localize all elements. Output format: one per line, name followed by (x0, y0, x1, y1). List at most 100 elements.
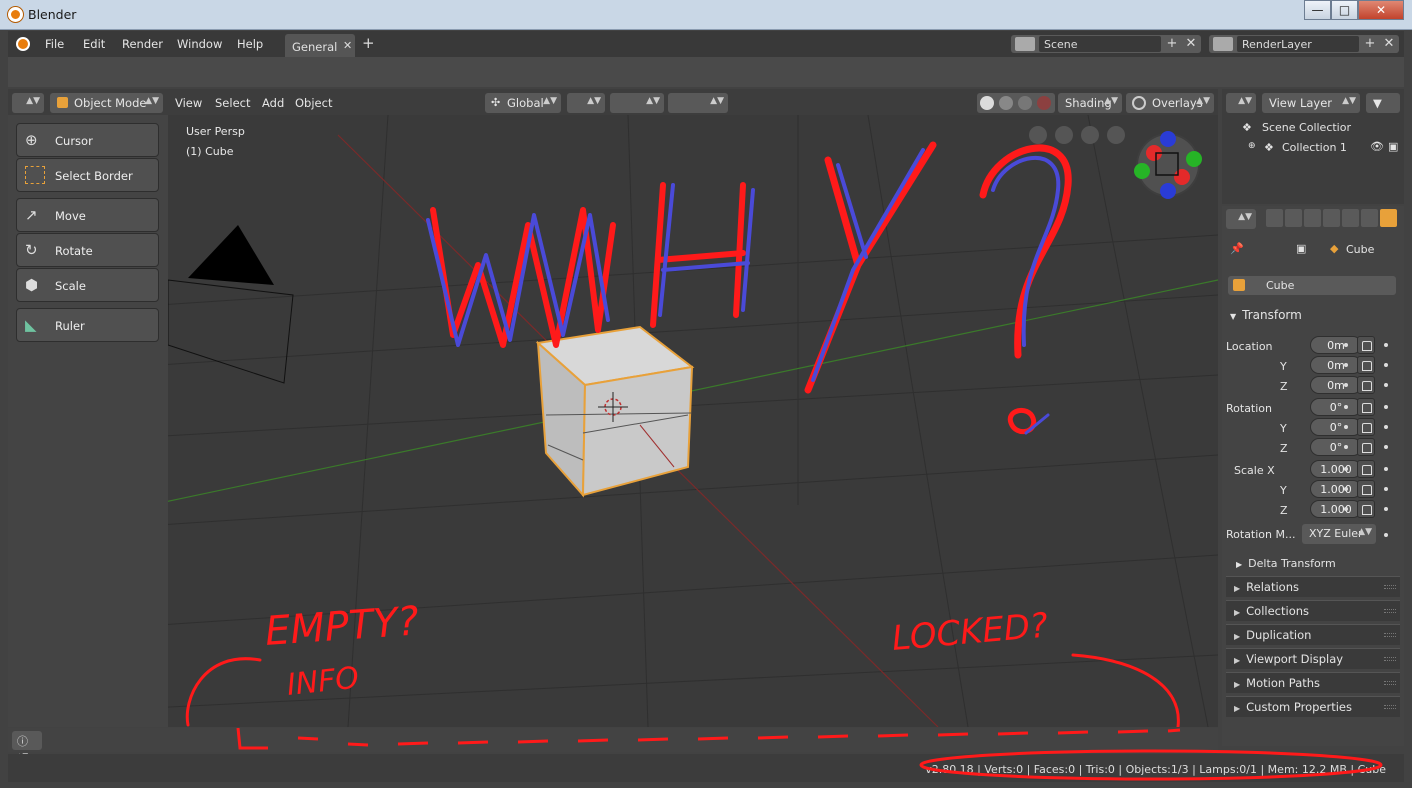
tool-ruler[interactable]: ◣ Ruler (16, 308, 159, 342)
orientation-dropdown[interactable]: ✣ Global ▲▼ (485, 93, 561, 113)
rendered-shading-icon[interactable] (1037, 96, 1051, 110)
transform-panel-header[interactable]: ▼ Transform (1230, 308, 1302, 322)
keyframe-dot[interactable] (1384, 467, 1388, 471)
solid-shading-icon[interactable] (980, 96, 994, 110)
lock-location-y-icon[interactable] (1357, 356, 1375, 374)
menu-edit[interactable]: Edit (83, 37, 105, 51)
menu-window[interactable]: Window (177, 37, 222, 51)
lock-rotation-y-icon[interactable] (1357, 418, 1375, 436)
snap-toggle[interactable]: ▲▼ (610, 93, 664, 113)
keyframe-dot[interactable] (1384, 405, 1388, 409)
pin-icon[interactable]: 📌 (1230, 242, 1244, 255)
keyframe-dot[interactable] (1384, 487, 1388, 491)
lock-rotation-x-icon[interactable] (1357, 398, 1375, 416)
scale-z-field[interactable]: 1.000 (1310, 500, 1362, 518)
minimize-button[interactable]: — (1304, 0, 1331, 20)
tool-move[interactable]: ↗ Move (16, 198, 159, 232)
rotation-x-field[interactable]: 0° (1310, 398, 1362, 416)
keyframe-dot[interactable] (1384, 507, 1388, 511)
camera-restrict-icon[interactable]: ▣ (1388, 140, 1398, 153)
material-shading-icon[interactable] (1018, 96, 1032, 110)
location-y-field[interactable]: 0m (1310, 356, 1362, 374)
keyframe-dot[interactable] (1384, 445, 1388, 449)
expand-icon[interactable]: ⊕ (1248, 141, 1256, 151)
tool-cursor[interactable]: ⊕ Cursor (16, 123, 159, 157)
menu-render[interactable]: Render (122, 37, 163, 51)
keyframe-dot[interactable] (1384, 343, 1388, 347)
scene-remove-button[interactable]: ✕ (1182, 36, 1200, 52)
rotation-z-field[interactable]: 0° (1310, 438, 1362, 456)
panel-viewport-display[interactable]: ▶ Viewport Display (1226, 648, 1400, 669)
lock-scale-y-icon[interactable] (1357, 480, 1375, 498)
object-name-field[interactable]: Cube (1228, 276, 1396, 295)
eye-icon[interactable]: 👁 (1370, 140, 1384, 153)
keyframe-dot[interactable] (1344, 507, 1348, 511)
header-menu-select[interactable]: Select (215, 96, 250, 110)
lock-scale-x-icon[interactable] (1357, 460, 1375, 478)
location-x-field[interactable]: 0m (1310, 336, 1362, 354)
panel-relations[interactable]: ▶ Relations (1226, 576, 1400, 597)
blender-menu-icon[interactable] (16, 37, 30, 51)
maximize-button[interactable]: □ (1331, 0, 1358, 20)
pivot-dropdown[interactable]: ▲▼ (567, 93, 605, 113)
tab-general[interactable]: General ✕ (285, 34, 355, 57)
close-button[interactable]: ✕ (1358, 0, 1404, 20)
keyframe-dot[interactable] (1344, 363, 1348, 367)
keyframe-dot[interactable] (1344, 383, 1348, 387)
menu-help[interactable]: Help (237, 37, 263, 51)
keyframe-dot[interactable] (1344, 425, 1348, 429)
tab-scene-icon[interactable] (1342, 209, 1359, 227)
tab-close-icon[interactable]: ✕ (343, 39, 352, 52)
keyframe-dot[interactable] (1344, 445, 1348, 449)
header-menu-view[interactable]: View (175, 96, 202, 110)
panel-custom-properties[interactable]: ▶ Custom Properties (1226, 696, 1400, 717)
panel-motion-paths[interactable]: ▶ Motion Paths (1226, 672, 1400, 693)
add-workspace-icon[interactable]: + (362, 34, 375, 52)
scale-x-field[interactable]: 1.000 (1310, 460, 1362, 478)
panel-duplication[interactable]: ▶ Duplication (1226, 624, 1400, 645)
overlays-dropdown[interactable]: Overlays ▲▼ (1126, 93, 1214, 113)
tab-output-icon[interactable] (1304, 209, 1321, 227)
keyframe-dot[interactable] (1384, 425, 1388, 429)
mode-dropdown[interactable]: Object Mode ▲▼ (50, 93, 163, 113)
keyframe-dot[interactable] (1344, 343, 1348, 347)
renderlayer-selector[interactable]: RenderLayer + ✕ (1209, 35, 1399, 53)
proportional-editing[interactable]: ▲▼ (668, 93, 728, 113)
keyframe-dot[interactable] (1344, 487, 1348, 491)
outliner-filter-button[interactable]: ▼ (1366, 93, 1400, 113)
tab-tool-icon[interactable] (1266, 209, 1283, 227)
3d-viewport[interactable]: EMPTY? INFO LOCKED? User Persp (1) Cube (8, 115, 1218, 727)
lock-location-z-icon[interactable] (1357, 376, 1375, 394)
renderlayer-remove-button[interactable]: ✕ (1380, 36, 1398, 52)
tool-rotate[interactable]: ↻ Rotate (16, 233, 159, 267)
keyframe-dot[interactable] (1344, 405, 1348, 409)
delta-transform-panel[interactable]: ▶ Delta Transform (1236, 557, 1336, 570)
scene-add-button[interactable]: + (1163, 36, 1181, 52)
location-z-field[interactable]: 0m (1310, 376, 1362, 394)
lock-location-x-icon[interactable] (1357, 336, 1375, 354)
renderlayer-name-field[interactable]: RenderLayer (1237, 36, 1359, 52)
editor-type-dropdown[interactable]: ▲▼ (12, 93, 44, 113)
rotation-y-field[interactable]: 0° (1310, 418, 1362, 436)
tool-select-border[interactable]: Select Border (16, 158, 159, 192)
lock-rotation-z-icon[interactable] (1357, 438, 1375, 456)
outliner-collection[interactable]: Collection 1 (1282, 141, 1347, 154)
scale-y-field[interactable]: 1.000 (1310, 480, 1362, 498)
renderlayer-add-button[interactable]: + (1361, 36, 1379, 52)
panel-collections[interactable]: ▶ Collections (1226, 600, 1400, 621)
header-menu-add[interactable]: Add (262, 96, 284, 110)
view-layer-dropdown[interactable]: View Layer ▲▼ (1262, 93, 1360, 113)
menu-file[interactable]: File (45, 37, 64, 51)
tool-scale[interactable]: ⬢ Scale (16, 268, 159, 302)
scene-name-field[interactable]: Scene (1039, 36, 1161, 52)
keyframe-dot[interactable] (1384, 383, 1388, 387)
header-menu-object[interactable]: Object (295, 96, 332, 110)
tab-object-icon[interactable] (1380, 209, 1397, 227)
tab-render-icon[interactable] (1285, 209, 1302, 227)
outliner-editor-type[interactable]: ▲▼ (1226, 93, 1256, 113)
rotation-mode-dropdown[interactable]: XYZ Euler ▲▼ (1302, 524, 1376, 544)
keyframe-dot[interactable] (1384, 363, 1388, 367)
wireframe-shading-icon[interactable] (999, 96, 1013, 110)
lock-scale-z-icon[interactable] (1357, 500, 1375, 518)
keyframe-dot[interactable] (1344, 467, 1348, 471)
